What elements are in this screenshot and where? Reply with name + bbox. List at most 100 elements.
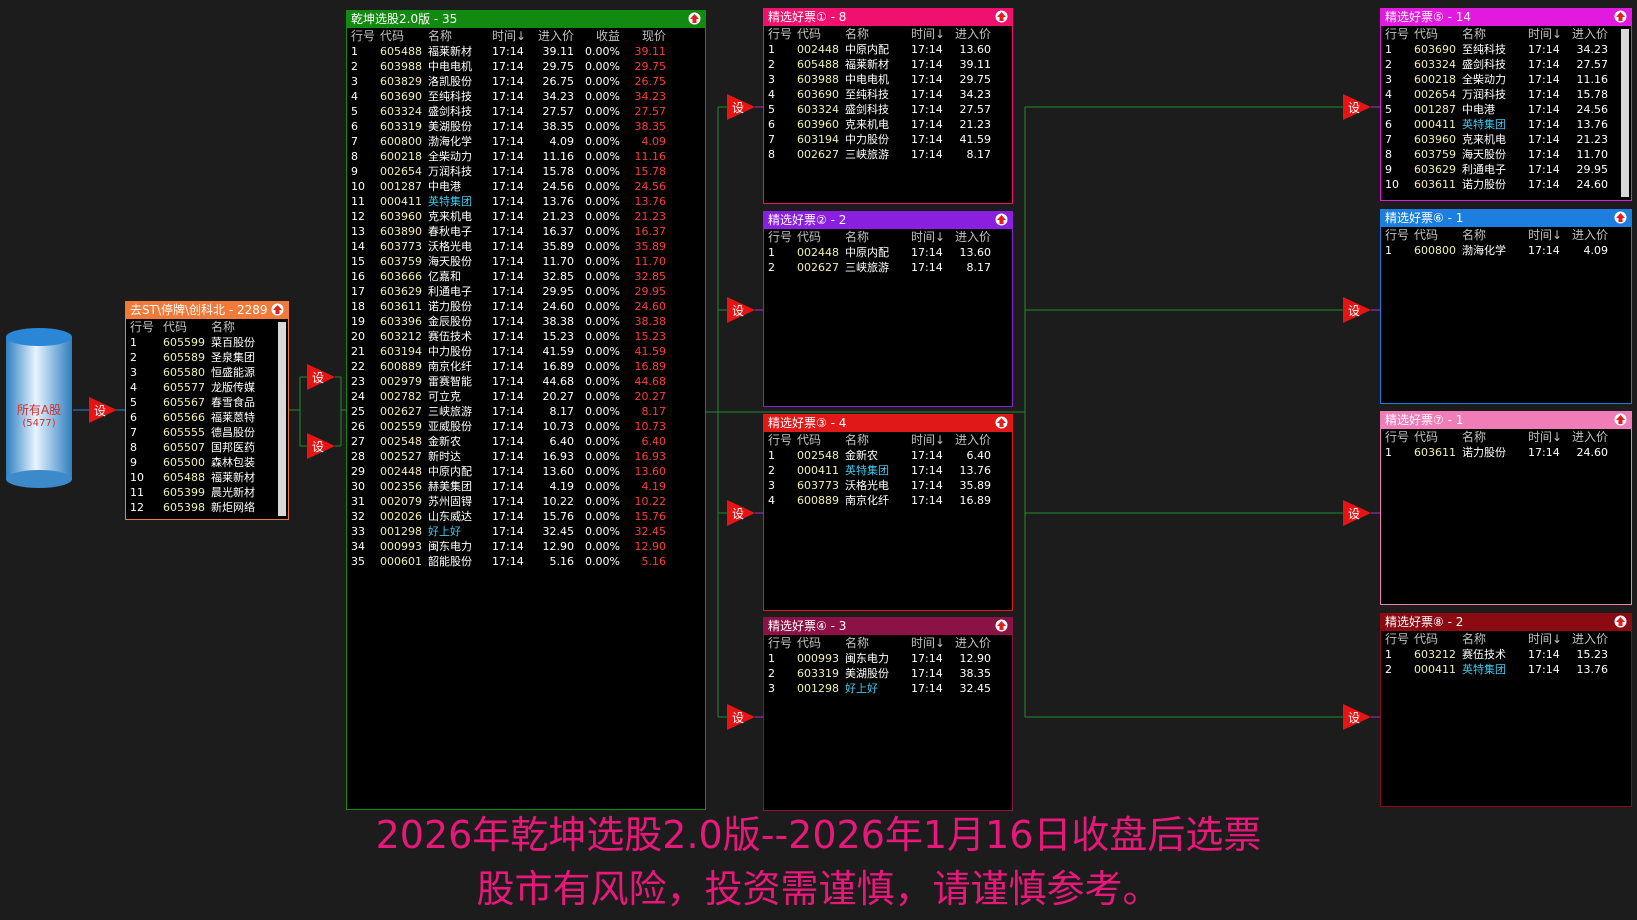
- table-row[interactable]: 34 000993 闽东电力 17:14 12.90 0.00% 12.90: [351, 539, 705, 554]
- table-row[interactable]: 32 002026 山东威达 17:14 15.76 0.00% 15.76: [351, 509, 705, 524]
- column-header[interactable]: 现价: [620, 28, 666, 44]
- collapse-up-icon[interactable]: [688, 12, 701, 25]
- column-header[interactable]: 进入价: [949, 229, 991, 245]
- table-row[interactable]: 1 605488 福莱新材 17:14 39.11 0.00% 39.11: [351, 44, 705, 59]
- table-row[interactable]: 12 603960 克来机电 17:14 21.23 0.00% 21.23: [351, 209, 705, 224]
- set-marker-icon[interactable]: 设: [307, 433, 335, 459]
- table-row[interactable]: 1 605599 菜百股份: [130, 335, 288, 350]
- table-row[interactable]: 2 603988 中电电机 17:14 29.75 0.00% 29.75: [351, 59, 705, 74]
- table-row[interactable]: 1 002548 金新农 17:14 6.40: [768, 448, 1012, 463]
- table-row[interactable]: 3 001298 好上好 17:14 32.45: [768, 681, 1012, 696]
- table-row[interactable]: 5 603324 盛剑科技 17:14 27.57 0.00% 27.57: [351, 104, 705, 119]
- column-header[interactable]: 行号: [1385, 26, 1414, 42]
- table-row[interactable]: 24 002782 可立克 17:14 20.27 0.00% 20.27: [351, 389, 705, 404]
- collapse-up-icon[interactable]: [995, 213, 1008, 226]
- column-header[interactable]: 名称: [845, 229, 911, 245]
- column-header[interactable]: 名称: [211, 319, 281, 335]
- table-row[interactable]: 2 000411 英特集团 17:14 13.76: [768, 463, 1012, 478]
- column-header[interactable]: 时间↓: [911, 432, 949, 448]
- table-row[interactable]: 8 002627 三峡旅游 17:14 8.17: [768, 147, 1012, 162]
- column-header[interactable]: 行号: [1385, 631, 1414, 647]
- table-row[interactable]: 1 600800 渤海化学 17:14 4.09: [1385, 243, 1631, 258]
- table-row[interactable]: 4 603690 至纯科技 17:14 34.23 0.00% 34.23: [351, 89, 705, 104]
- table-row[interactable]: 35 000601 韶能股份 17:14 5.16 0.00% 5.16: [351, 554, 705, 569]
- column-header[interactable]: 代码: [797, 432, 845, 448]
- table-row[interactable]: 10 605488 福莱新材: [130, 470, 288, 485]
- collapse-up-icon[interactable]: [1614, 10, 1627, 23]
- table-row[interactable]: 13 603890 春秋电子 17:14 16.37 0.00% 16.37: [351, 224, 705, 239]
- sub-panel-5[interactable]: 精选好票⑤ - 14 行号 代码 名称 时间↓ 进入价 1 603690 至纯科技 17:14 34…: [1380, 8, 1632, 201]
- column-header[interactable]: 时间↓: [911, 635, 949, 651]
- set-marker-icon[interactable]: 设: [1343, 94, 1371, 120]
- table-row[interactable]: 19 603396 金辰股份 17:14 38.38 0.00% 38.38: [351, 314, 705, 329]
- table-row[interactable]: 9 603629 利通电子 17:14 29.95: [1385, 162, 1631, 177]
- column-header[interactable]: 代码: [1414, 631, 1462, 647]
- table-row[interactable]: 7 603960 克来机电 17:14 21.23: [1385, 132, 1631, 147]
- sub-panel-2[interactable]: 精选好票② - 2 行号 代码 名称 时间↓ 进入价 1 002448 中原内配 17:14 13.…: [763, 211, 1013, 407]
- column-header[interactable]: 代码: [797, 229, 845, 245]
- table-row[interactable]: 4 603690 至纯科技 17:14 34.23: [768, 87, 1012, 102]
- column-header[interactable]: 进入价: [949, 635, 991, 651]
- table-row[interactable]: 22 600889 南京化纤 17:14 16.89 0.00% 16.89: [351, 359, 705, 374]
- set-marker-icon[interactable]: 设: [307, 364, 335, 390]
- column-header[interactable]: 进入价: [949, 432, 991, 448]
- table-row[interactable]: 3 600218 全柴动力 17:14 11.16: [1385, 72, 1631, 87]
- table-row[interactable]: 29 002448 中原内配 17:14 13.60 0.00% 13.60: [351, 464, 705, 479]
- table-row[interactable]: 28 002527 新时达 17:14 16.93 0.00% 16.93: [351, 449, 705, 464]
- table-row[interactable]: 27 002548 金新农 17:14 6.40 0.00% 6.40: [351, 434, 705, 449]
- table-row[interactable]: 7 603194 中力股份 17:14 41.59: [768, 132, 1012, 147]
- sub-panel-scrollbar[interactable]: [1621, 29, 1629, 197]
- sub-panel-title-bar[interactable]: 精选好票⑥ - 1: [1381, 210, 1631, 227]
- table-row[interactable]: 6 605566 福莱蒽特: [130, 410, 288, 425]
- table-row[interactable]: 33 001298 好上好 17:14 32.45 0.00% 32.45: [351, 524, 705, 539]
- table-row[interactable]: 2 002627 三峡旅游 17:14 8.17: [768, 260, 1012, 275]
- table-row[interactable]: 3 603773 沃格光电 17:14 35.89: [768, 478, 1012, 493]
- table-row[interactable]: 14 603773 沃格光电 17:14 35.89 0.00% 35.89: [351, 239, 705, 254]
- column-header[interactable]: 代码: [1414, 26, 1462, 42]
- collapse-up-icon[interactable]: [1614, 211, 1627, 224]
- sub-panel-title-bar[interactable]: 精选好票⑦ - 1: [1381, 412, 1631, 429]
- column-header[interactable]: 时间↓: [911, 229, 949, 245]
- column-header[interactable]: 进入价: [949, 26, 991, 42]
- collapse-up-icon[interactable]: [995, 10, 1008, 23]
- table-row[interactable]: 2 605589 圣泉集团: [130, 350, 288, 365]
- table-row[interactable]: 4 600889 南京化纤 17:14 16.89: [768, 493, 1012, 508]
- column-header[interactable]: 行号: [768, 432, 797, 448]
- set-marker-icon[interactable]: 设: [727, 704, 755, 730]
- table-row[interactable]: 5 603324 盛剑科技 17:14 27.57: [768, 102, 1012, 117]
- table-row[interactable]: 4 002654 万润科技 17:14 15.78: [1385, 87, 1631, 102]
- table-row[interactable]: 3 603988 中电电机 17:14 29.75: [768, 72, 1012, 87]
- column-header[interactable]: 时间↓: [911, 26, 949, 42]
- table-row[interactable]: 26 002559 亚威股份 17:14 10.73 0.00% 10.73: [351, 419, 705, 434]
- main-panel-title-bar[interactable]: 乾坤选股2.0版 - 35: [347, 11, 705, 28]
- set-marker-icon[interactable]: 设: [727, 297, 755, 323]
- table-row[interactable]: 1 603611 诺力股份 17:14 24.60: [1385, 445, 1631, 460]
- column-header[interactable]: 行号: [130, 319, 163, 335]
- source-set-marker-icon[interactable]: 设: [89, 397, 117, 423]
- sub-panel-1[interactable]: 精选好票① - 8 行号 代码 名称 时间↓ 进入价 1 002448 中原内配 17:14 13.…: [763, 8, 1013, 204]
- table-row[interactable]: 31 002079 苏州固锝 17:14 10.22 0.00% 10.22: [351, 494, 705, 509]
- table-row[interactable]: 4 605577 龙版传媒: [130, 380, 288, 395]
- table-row[interactable]: 11 000411 英特集团 17:14 13.76 0.00% 13.76: [351, 194, 705, 209]
- column-header[interactable]: 名称: [1462, 429, 1528, 445]
- table-row[interactable]: 16 603666 亿嘉和 17:14 32.85 0.00% 32.85: [351, 269, 705, 284]
- table-row[interactable]: 1 603690 至纯科技 17:14 34.23: [1385, 42, 1631, 57]
- column-header[interactable]: 代码: [163, 319, 211, 335]
- collapse-up-icon[interactable]: [1614, 615, 1627, 628]
- collapse-up-icon[interactable]: [995, 416, 1008, 429]
- column-header[interactable]: 代码: [797, 26, 845, 42]
- table-row[interactable]: 25 002627 三峡旅游 17:14 8.17 0.00% 8.17: [351, 404, 705, 419]
- column-header[interactable]: 名称: [845, 635, 911, 651]
- table-row[interactable]: 17 603629 利通电子 17:14 29.95 0.00% 29.95: [351, 284, 705, 299]
- collapse-up-icon[interactable]: [995, 619, 1008, 632]
- sub-panel-8[interactable]: 精选好票⑧ - 2 行号 代码 名称 时间↓ 进入价 1 603212 赛伍技术 17:14 15.…: [1380, 613, 1632, 807]
- table-row[interactable]: 3 605580 恒盛能源: [130, 365, 288, 380]
- set-marker-icon[interactable]: 设: [1343, 500, 1371, 526]
- table-row[interactable]: 20 603212 赛伍技术 17:14 15.23 0.00% 15.23: [351, 329, 705, 344]
- sub-panel-title-bar[interactable]: 精选好票② - 2: [764, 212, 1012, 229]
- column-header[interactable]: 名称: [845, 26, 911, 42]
- table-row[interactable]: 9 605500 森林包装: [130, 455, 288, 470]
- set-marker-icon[interactable]: 设: [1343, 297, 1371, 323]
- sub-panel-title-bar[interactable]: 精选好票③ - 4: [764, 415, 1012, 432]
- table-row[interactable]: 3 603829 洛凯股份 17:14 26.75 0.00% 26.75: [351, 74, 705, 89]
